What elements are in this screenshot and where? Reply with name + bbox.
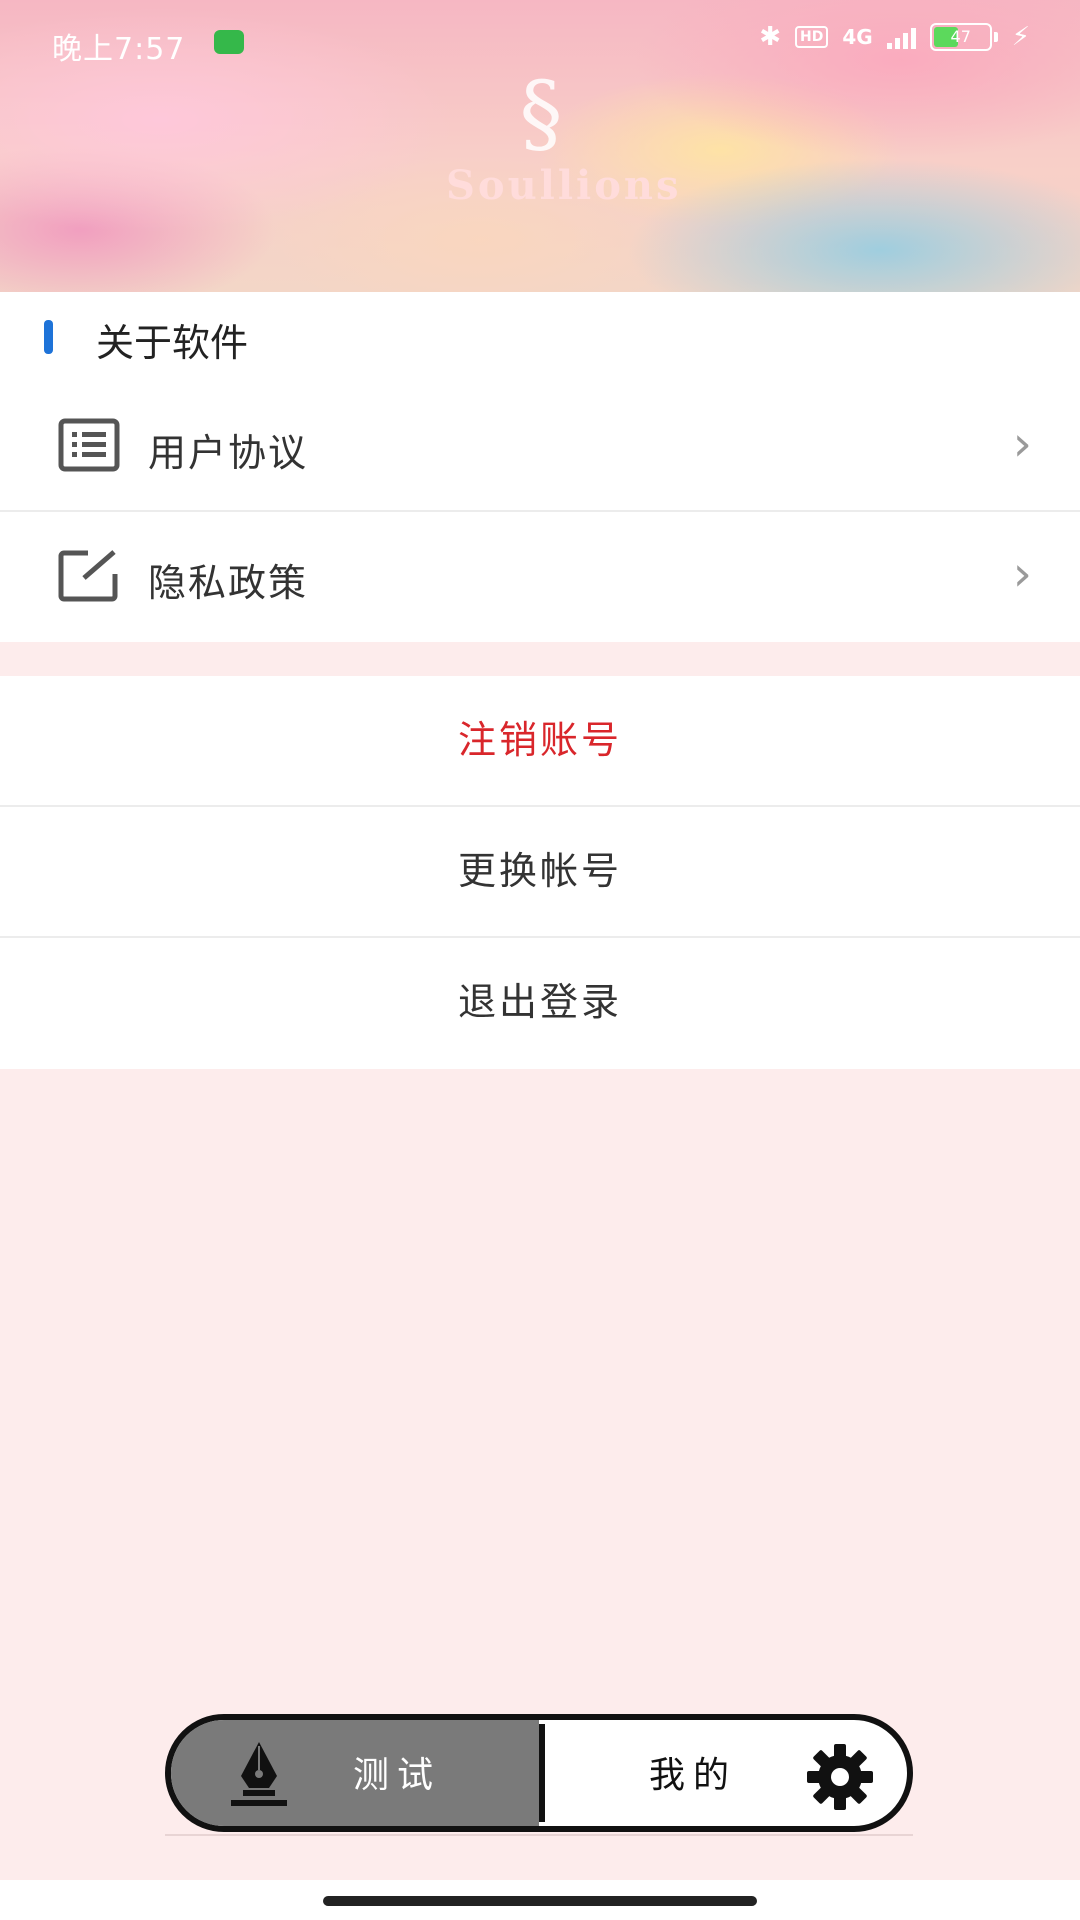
tab-label: 测试 xyxy=(353,1755,442,1796)
hd-badge: HD xyxy=(795,26,829,48)
home-indicator[interactable] xyxy=(323,1896,757,1906)
status-time: 晚上7:57 xyxy=(52,32,186,67)
menu-item-user-agreement[interactable]: 用户协议 › xyxy=(0,382,1080,512)
chevron-right-icon: › xyxy=(1012,546,1032,602)
section-title: 关于软件 xyxy=(96,321,249,365)
app-logo: § Soullions xyxy=(446,64,682,226)
charging-icon: ⚡ xyxy=(1011,22,1030,52)
menu-item-label: 隐私政策 xyxy=(148,561,309,605)
battery-level: 47 xyxy=(950,27,971,46)
app-notification-icon xyxy=(214,30,244,54)
menu-item-privacy-policy[interactable]: 隐私政策 › xyxy=(0,512,1080,642)
tab-baseline xyxy=(165,1834,913,1836)
menu-item-label: 用户协议 xyxy=(148,431,309,475)
gear-icon xyxy=(807,1744,873,1810)
bluetooth-icon: ✱ xyxy=(759,22,782,52)
pen-nib-icon xyxy=(231,1742,287,1806)
edit-icon xyxy=(58,550,118,602)
about-section-header: 关于软件 xyxy=(0,292,1080,382)
network-type: 4G xyxy=(842,25,873,49)
logout-button[interactable]: 退出登录 xyxy=(0,938,1080,1069)
battery-icon: 47 xyxy=(929,23,992,51)
section-accent-bar xyxy=(44,320,53,354)
status-icons: ✱ HD 4G 47 ⚡ xyxy=(759,22,1030,52)
signal-icon xyxy=(886,25,916,49)
list-icon xyxy=(58,418,120,472)
logo-mark-icon: § xyxy=(519,64,563,164)
cancel-account-button[interactable]: 注销账号 xyxy=(0,676,1080,807)
bottom-tab-bar: 测试 我的 xyxy=(165,1714,913,1832)
switch-account-button[interactable]: 更换帐号 xyxy=(0,807,1080,938)
header-banner: 晚上7:57 ✱ HD 4G 47 ⚡ § Soullions xyxy=(0,0,1080,292)
logo-text: Soullions xyxy=(446,162,682,209)
chevron-right-icon: › xyxy=(1012,416,1032,472)
tab-label: 我的 xyxy=(649,1755,738,1796)
tab-test[interactable]: 测试 xyxy=(171,1720,539,1826)
